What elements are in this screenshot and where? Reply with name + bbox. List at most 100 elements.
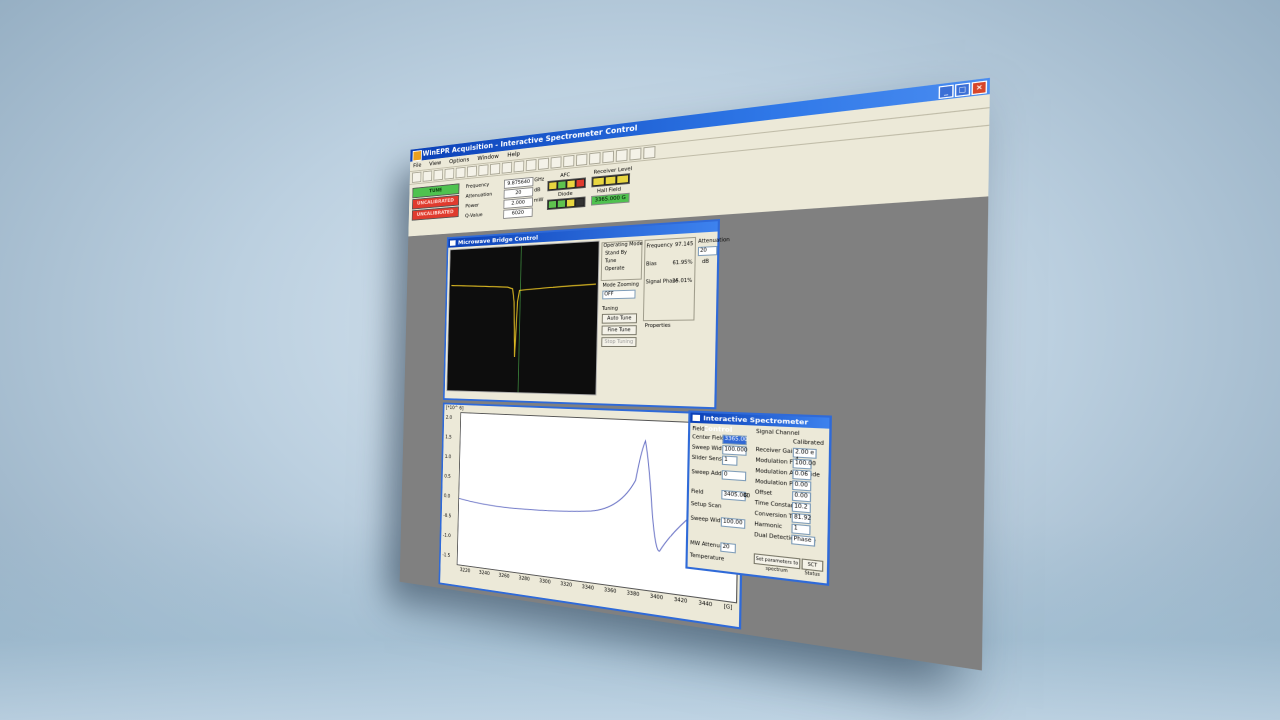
x-tick: 3400 xyxy=(649,593,664,602)
tool-icon[interactable] xyxy=(478,164,489,177)
x-tick: 3380 xyxy=(626,590,640,599)
time-constant-input[interactable]: 10.2 xyxy=(791,501,811,514)
tool-icon[interactable] xyxy=(513,160,525,173)
open-icon[interactable] xyxy=(422,170,433,182)
x-tick: 3320 xyxy=(560,581,573,589)
mode-tune-radio[interactable]: Tune xyxy=(605,258,616,264)
menu-file[interactable]: File xyxy=(413,160,422,170)
tool-icon[interactable] xyxy=(589,152,601,165)
spectrometer-control-window: Interactive Spectrometer Control Field C… xyxy=(685,410,832,586)
menu-view[interactable]: View xyxy=(429,158,441,169)
mod-amp-input[interactable]: 0.06 xyxy=(792,469,812,481)
tool-icon[interactable] xyxy=(501,161,513,174)
receiver-gain-input[interactable]: 2.00 e 4 xyxy=(792,447,817,463)
mw-attenuator-input[interactable]: 20 xyxy=(720,542,736,554)
x-unit: [G] xyxy=(723,603,733,612)
mode-zooming-select[interactable]: OFF xyxy=(602,289,636,300)
signal-phase-value: 25.01% xyxy=(672,277,693,285)
offset-label: Offset xyxy=(754,489,773,498)
bridge-attenuation-field[interactable]: 20 xyxy=(697,245,718,257)
harmonic-label: Harmonic xyxy=(754,521,783,531)
tool-icon[interactable] xyxy=(455,166,466,179)
tool-icon[interactable] xyxy=(576,153,588,167)
tuning-scope-display xyxy=(446,240,600,396)
tool-icon[interactable] xyxy=(602,150,615,164)
q-value-label: Q-Value xyxy=(465,212,483,220)
close-button[interactable]: × xyxy=(971,80,988,96)
fine-tune-button[interactable]: Fine Tune xyxy=(601,325,637,336)
sweep-width-input[interactable]: 100.000 xyxy=(722,445,747,456)
tool-icon[interactable] xyxy=(538,157,549,170)
receiver-gain-label: Receiver Gain xyxy=(755,446,797,456)
harmonic-input[interactable]: 1 xyxy=(791,523,811,536)
tool-icon[interactable] xyxy=(615,149,628,162)
auto-tune-button[interactable]: Auto Tune xyxy=(601,313,638,324)
tuning-scope-trace xyxy=(447,242,598,395)
x-tick: 3420 xyxy=(673,596,688,605)
mod-phase-input[interactable]: 0.00 xyxy=(792,480,812,492)
tool-icon[interactable] xyxy=(563,154,575,168)
isc-titlebar[interactable]: Interactive Spectrometer Control xyxy=(690,412,830,434)
offset-input[interactable]: 0.00 xyxy=(791,491,812,503)
tool-icon[interactable] xyxy=(629,147,642,161)
tool-icon[interactable] xyxy=(489,162,501,175)
maximize-button[interactable]: □ xyxy=(954,82,971,98)
y-tick: 0.5 xyxy=(444,473,451,480)
minimize-button[interactable]: _ xyxy=(938,84,954,100)
menu-help[interactable]: Help xyxy=(507,149,520,160)
dual-detection-select[interactable]: Phase xyxy=(791,534,816,547)
y-tick: -0.5 xyxy=(443,513,452,520)
mod-freq-input[interactable]: 100.00 xyxy=(792,458,816,470)
q-value: 6020 xyxy=(503,207,533,219)
sct-status-button[interactable]: SCT Status xyxy=(801,558,824,577)
tuning-label: Tuning xyxy=(601,305,618,312)
y-tick: 1.0 xyxy=(444,454,452,461)
tool-icon[interactable] xyxy=(643,145,656,160)
bias-label: Bias xyxy=(646,261,657,268)
isc-field-label: Field xyxy=(691,488,704,496)
app-window: WinEPR Acquisition - Interactive Spectro… xyxy=(399,77,990,671)
tool-icon[interactable] xyxy=(525,159,537,172)
mode-operate-radio[interactable]: Operate xyxy=(605,265,625,272)
new-icon[interactable] xyxy=(411,171,422,183)
set-parameters-button[interactable]: Set parameters to spectrum xyxy=(753,553,801,573)
stage: WinEPR Acquisition - Interactive Spectro… xyxy=(0,0,1280,720)
y-axis-ticks: 2.0 1.5 1.0 0.5 0.0 -0.5 -1.0 -1.5 xyxy=(442,415,453,559)
center-field-input[interactable]: 3365.00 xyxy=(722,434,748,446)
center-field-label: Center Field xyxy=(692,434,725,443)
tool-icon[interactable] xyxy=(466,165,477,178)
sweep-width-2-input[interactable]: 100.00 xyxy=(720,517,746,529)
x-tick: 3340 xyxy=(581,584,594,592)
y-tick: -1.5 xyxy=(442,552,451,559)
save-icon[interactable] xyxy=(433,169,444,181)
print-icon[interactable] xyxy=(444,168,455,180)
plot-scale-label: [*10^ 6] xyxy=(445,405,464,412)
field-group-label: Field xyxy=(692,425,705,433)
app-icon xyxy=(412,150,422,162)
calibrated-checkbox[interactable]: Calibrated xyxy=(793,439,824,447)
bridge-frequency-value: 97.145 xyxy=(674,241,694,249)
y-tick: -1.0 xyxy=(442,532,451,540)
window-icon xyxy=(692,414,701,422)
x-tick: 3260 xyxy=(498,572,510,580)
x-tick: 3360 xyxy=(603,587,617,595)
isc-field-value: 3405.000 xyxy=(721,489,750,502)
hall-field-value: 3365.000 G xyxy=(590,192,630,206)
conversion-time-input[interactable]: 81.92 xyxy=(791,512,811,525)
y-tick: 0.0 xyxy=(443,493,451,500)
stop-tuning-button[interactable]: Stop Tuning xyxy=(601,337,637,347)
temperature-label: Temperature xyxy=(689,552,725,563)
x-tick: 3300 xyxy=(539,578,551,586)
power-label: Power xyxy=(465,202,480,210)
mode-standby-radio[interactable]: Stand By xyxy=(605,250,627,257)
x-tick: 3440 xyxy=(698,600,713,609)
tool-icon[interactable] xyxy=(550,156,562,169)
x-tick: 3220 xyxy=(459,567,471,575)
mode-zooming-label: Mode Zooming xyxy=(602,281,640,289)
bridge-controls: Operating Mode Stand By Tune Operate Mod… xyxy=(598,236,730,403)
attenuation-label: Attenuation xyxy=(465,191,493,200)
frequency-label: Frequency xyxy=(465,182,490,190)
slider-sensitivity-input[interactable]: 1 xyxy=(721,455,738,466)
sweep-address-input[interactable]: 0 xyxy=(721,470,747,482)
receiver-level-meter xyxy=(591,173,631,188)
